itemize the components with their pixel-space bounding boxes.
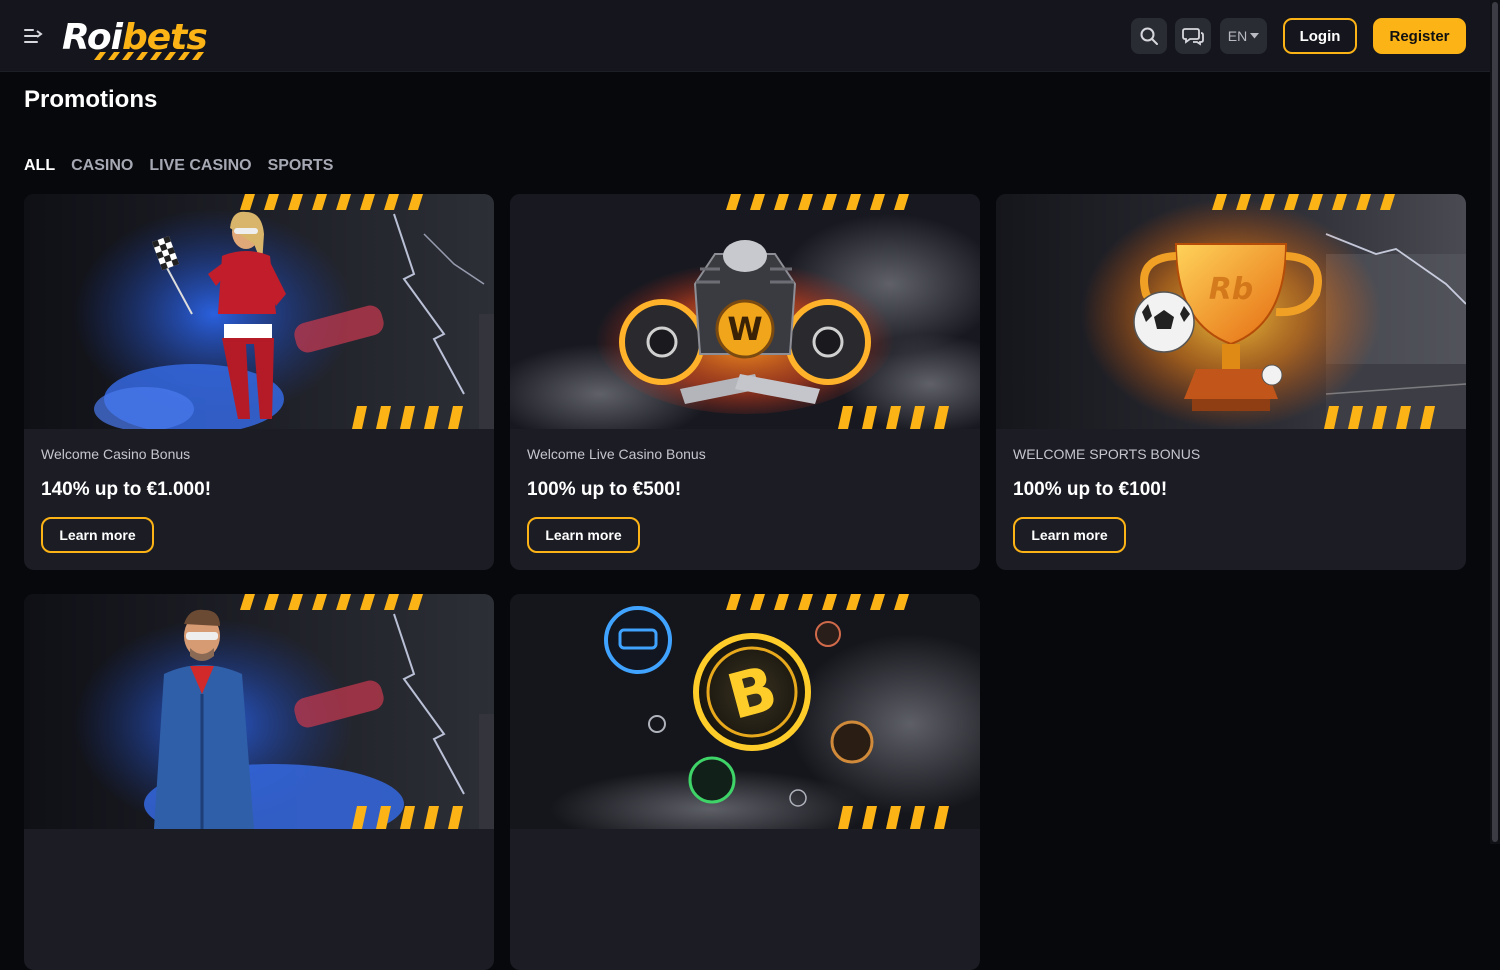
- page-title: Promotions: [24, 86, 158, 113]
- chat-icon: [1182, 28, 1204, 46]
- promotion-filter-tabs: ALL CASINO LIVE CASINO SPORTS: [24, 157, 333, 175]
- promo-category: Welcome Live Casino Bonus: [527, 446, 706, 462]
- promo-title: 140% up to €1.000!: [41, 479, 212, 500]
- login-button[interactable]: Login: [1283, 18, 1357, 54]
- search-icon: [1140, 27, 1158, 45]
- top-header: Roi bets EN Login Register: [0, 0, 1490, 72]
- promo-title: 100% up to €100!: [1013, 479, 1168, 500]
- scrollbar-thumb[interactable]: [1492, 2, 1498, 842]
- promo-card-4: [24, 594, 494, 970]
- tab-sports[interactable]: SPORTS: [268, 157, 334, 175]
- language-selector[interactable]: EN: [1220, 18, 1267, 54]
- roibets-logo[interactable]: Roi bets: [62, 12, 208, 60]
- chat-button[interactable]: [1175, 18, 1211, 54]
- promo-title: 100% up to €500!: [527, 479, 682, 500]
- promo-card-casino: Welcome Casino Bonus 140% up to €1.000! …: [24, 194, 494, 570]
- tab-all[interactable]: ALL: [24, 157, 55, 175]
- promo-category: WELCOME SPORTS BONUS: [1013, 446, 1201, 462]
- promo-category: Welcome Casino Bonus: [41, 446, 191, 462]
- menu-icon[interactable]: [22, 26, 44, 46]
- register-button[interactable]: Register: [1373, 18, 1466, 54]
- promo-banner-live-casino: W: [510, 194, 980, 429]
- tab-live-casino[interactable]: LIVE CASINO: [149, 157, 251, 175]
- tab-casino[interactable]: CASINO: [71, 157, 133, 175]
- promo-banner-casino: [24, 194, 494, 429]
- learn-more-button[interactable]: Learn more: [1013, 517, 1126, 553]
- promo-banner-4: [24, 594, 494, 829]
- promo-card-sports: Rb WELCOME SPORTS BONUS 100% up to €100!…: [996, 194, 1466, 570]
- svg-text:W: W: [727, 310, 762, 348]
- promo-card-5: B: [510, 594, 980, 970]
- svg-text:Rb: Rb: [1209, 272, 1254, 307]
- promo-banner-5: B: [510, 594, 980, 829]
- learn-more-button[interactable]: Learn more: [527, 517, 640, 553]
- caret-down-icon: [1250, 33, 1260, 39]
- logo-stripes-icon: [94, 52, 204, 60]
- search-button[interactable]: [1131, 18, 1167, 54]
- language-label: EN: [1227, 28, 1248, 44]
- promo-banner-sports: Rb: [996, 194, 1466, 429]
- promo-card-live-casino: W Welcome Live Casino Bonus 100% up to €…: [510, 194, 980, 570]
- learn-more-button[interactable]: Learn more: [41, 517, 154, 553]
- page-scrollbar[interactable]: [1490, 0, 1500, 844]
